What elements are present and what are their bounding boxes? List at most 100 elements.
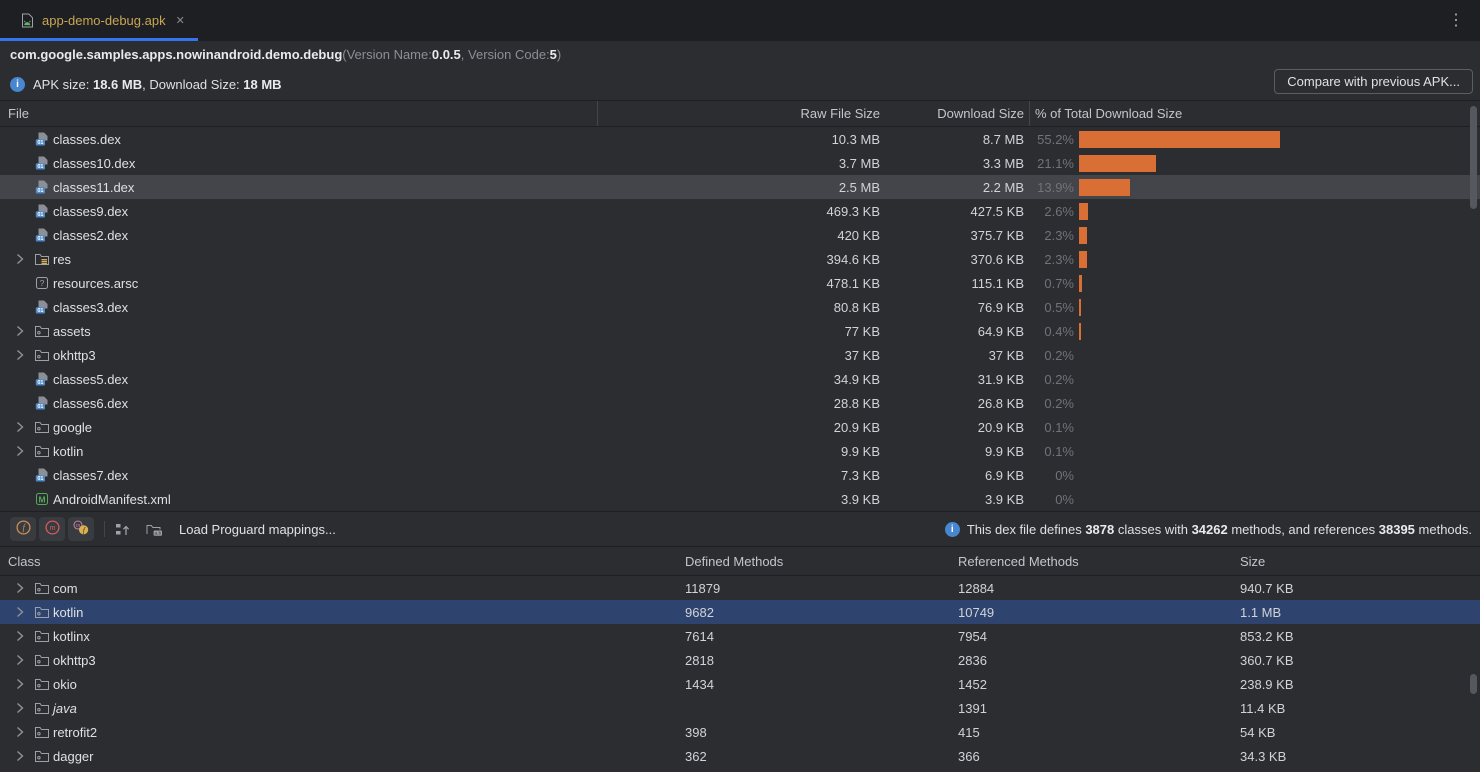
show-referenced-toggle[interactable]: mf [68,517,94,541]
column-divider[interactable] [597,101,598,126]
chevron-right-icon[interactable] [12,700,28,716]
class-row[interactable]: okhttp328182836360.7 KB [0,648,1480,672]
show-fields-toggle[interactable]: f [10,517,36,541]
download-size: 64.9 KB [880,324,1024,339]
download-size: 26.8 KB [880,396,1024,411]
chevron-right-icon[interactable] [12,580,28,596]
show-methods-toggle[interactable]: m [39,517,65,541]
percent-bar-cell [1074,463,1480,487]
column-file[interactable]: File [0,106,720,121]
chevron-right-icon[interactable] [12,419,28,435]
percent-bar-cell [1074,439,1480,463]
file-table-rows: 01classes.dex10.3 MB8.7 MB55.2%01classes… [0,127,1480,511]
close-icon[interactable]: ✕ [176,14,185,27]
referenced-methods: 1391 [953,701,1235,716]
file-name-cell: res [0,247,720,271]
class-row[interactable]: dagger36236634.3 KB [0,744,1480,768]
file-row[interactable]: kotlin9.9 KB9.9 KB0.1% [0,439,1480,463]
download-percent-bar [1079,179,1130,196]
column-raw-file-size[interactable]: Raw File Size [720,106,880,121]
class-row[interactable]: retrofit239841554 KB [0,720,1480,744]
download-size: 3.3 MB [880,156,1024,171]
column-download-size[interactable]: Download Size [880,106,1024,121]
file-row[interactable]: 01classes6.dex28.8 KB26.8 KB0.2% [0,391,1480,415]
chevron-right-icon[interactable] [12,676,28,692]
download-percent: 2.3% [1024,252,1074,267]
class-row[interactable]: okio14341452238.9 KB [0,672,1480,696]
chevron-right-icon[interactable] [12,323,28,339]
file-row[interactable]: google20.9 KB20.9 KB0.1% [0,415,1480,439]
file-row[interactable]: okhttp337 KB37 KB0.2% [0,343,1480,367]
download-percent-bar [1079,275,1082,292]
file-table-scrollbar[interactable] [1470,106,1477,209]
download-percent: 2.6% [1024,204,1074,219]
column-defined-methods[interactable]: Defined Methods [680,554,953,569]
class-size: 853.2 KB [1235,629,1480,644]
dex-info-text: This dex file defines 3878 classes with … [967,522,1472,537]
class-row[interactable]: com1187912884940.7 KB [0,576,1480,600]
manifest-icon: M [34,491,50,507]
column-size[interactable]: Size [1235,554,1480,569]
dex-icon: 01 [34,227,50,243]
chevron-right-icon[interactable] [12,251,28,267]
chevron-right-icon[interactable] [12,652,28,668]
version-code: 5 [550,47,557,62]
svg-text:?: ? [40,278,45,288]
chevron-right-icon[interactable] [12,443,28,459]
file-name: google [53,420,92,435]
file-table-header[interactable]: File Raw File Size Download Size % of To… [0,100,1480,127]
raw-file-size: 3.7 MB [720,156,880,171]
download-percent-bar [1079,251,1087,268]
percent-bar-cell [1074,271,1480,295]
file-row[interactable]: assets77 KB64.9 KB0.4% [0,319,1480,343]
compare-with-previous-apk-button[interactable]: Compare with previous APK... [1274,69,1473,94]
kebab-menu-icon[interactable]: ⋮ [1448,13,1464,29]
folder-res-icon [34,251,50,267]
column-percent-of-total[interactable]: % of Total Download Size [1024,106,1480,121]
file-name: classes2.dex [53,228,128,243]
file-row[interactable]: ?resources.arsc478.1 KB115.1 KB0.7% [0,271,1480,295]
referenced-methods: 1452 [953,677,1235,692]
download-percent: 0% [1024,468,1074,483]
chevron-right-icon[interactable] [12,604,28,620]
svg-text:a.b: a.b [154,530,161,536]
file-row[interactable]: 01classes10.dex3.7 MB3.3 MB21.1% [0,151,1480,175]
column-divider[interactable] [1029,101,1030,126]
chevron-right-icon[interactable] [12,748,28,764]
download-percent-bar [1079,131,1280,148]
file-row[interactable]: 01classes2.dex420 KB375.7 KB2.3% [0,223,1480,247]
file-name-cell: kotlin [0,439,720,463]
file-row[interactable]: 01classes.dex10.3 MB8.7 MB55.2% [0,127,1480,151]
file-row[interactable]: MAndroidManifest.xml3.9 KB3.9 KB0% [0,487,1480,511]
class-table-header[interactable]: Class Defined Methods Referenced Methods… [0,546,1480,576]
load-proguard-mappings-link[interactable]: Load Proguard mappings... [179,522,336,537]
svg-text:m: m [49,523,55,532]
column-referenced-methods[interactable]: Referenced Methods [953,554,1235,569]
file-row[interactable]: 01classes3.dex80.8 KB76.9 KB0.5% [0,295,1480,319]
referenced-methods: 366 [953,749,1235,764]
chevron-right-icon[interactable] [12,724,28,740]
file-row[interactable]: 01classes11.dex2.5 MB2.2 MB13.9% [0,175,1480,199]
hierarchy-up-icon[interactable] [114,521,132,538]
file-row[interactable]: 01classes5.dex34.9 KB31.9 KB0.2% [0,367,1480,391]
apk-size-value: 18.6 MB [93,77,142,92]
download-percent-bar [1079,203,1088,220]
raw-file-size: 7.3 KB [720,468,880,483]
file-row[interactable]: res394.6 KB370.6 KB2.3% [0,247,1480,271]
class-row[interactable]: java139111.4 KB [0,696,1480,720]
referenced-methods: 2836 [953,653,1235,668]
chevron-right-icon[interactable] [12,347,28,363]
class-row[interactable]: kotlin9682107491.1 MB [0,600,1480,624]
file-row[interactable]: 01classes9.dex469.3 KB427.5 KB2.6% [0,199,1480,223]
folder-ab-icon[interactable]: a.b [145,521,163,538]
toolbar-divider [104,521,105,537]
package-name: com.google.samples.apps.nowinandroid.dem… [10,47,342,62]
class-row[interactable]: kotlinx76147954853.2 KB [0,624,1480,648]
download-percent-bar [1079,227,1087,244]
tab-app-demo-debug-apk[interactable]: app-demo-debug.apk ✕ [0,0,198,41]
version-name: 0.0.5 [432,47,461,62]
class-table-scrollbar[interactable] [1470,674,1477,694]
chevron-right-icon[interactable] [12,628,28,644]
file-row[interactable]: 01classes7.dex7.3 KB6.9 KB0% [0,463,1480,487]
column-class[interactable]: Class [0,554,680,569]
